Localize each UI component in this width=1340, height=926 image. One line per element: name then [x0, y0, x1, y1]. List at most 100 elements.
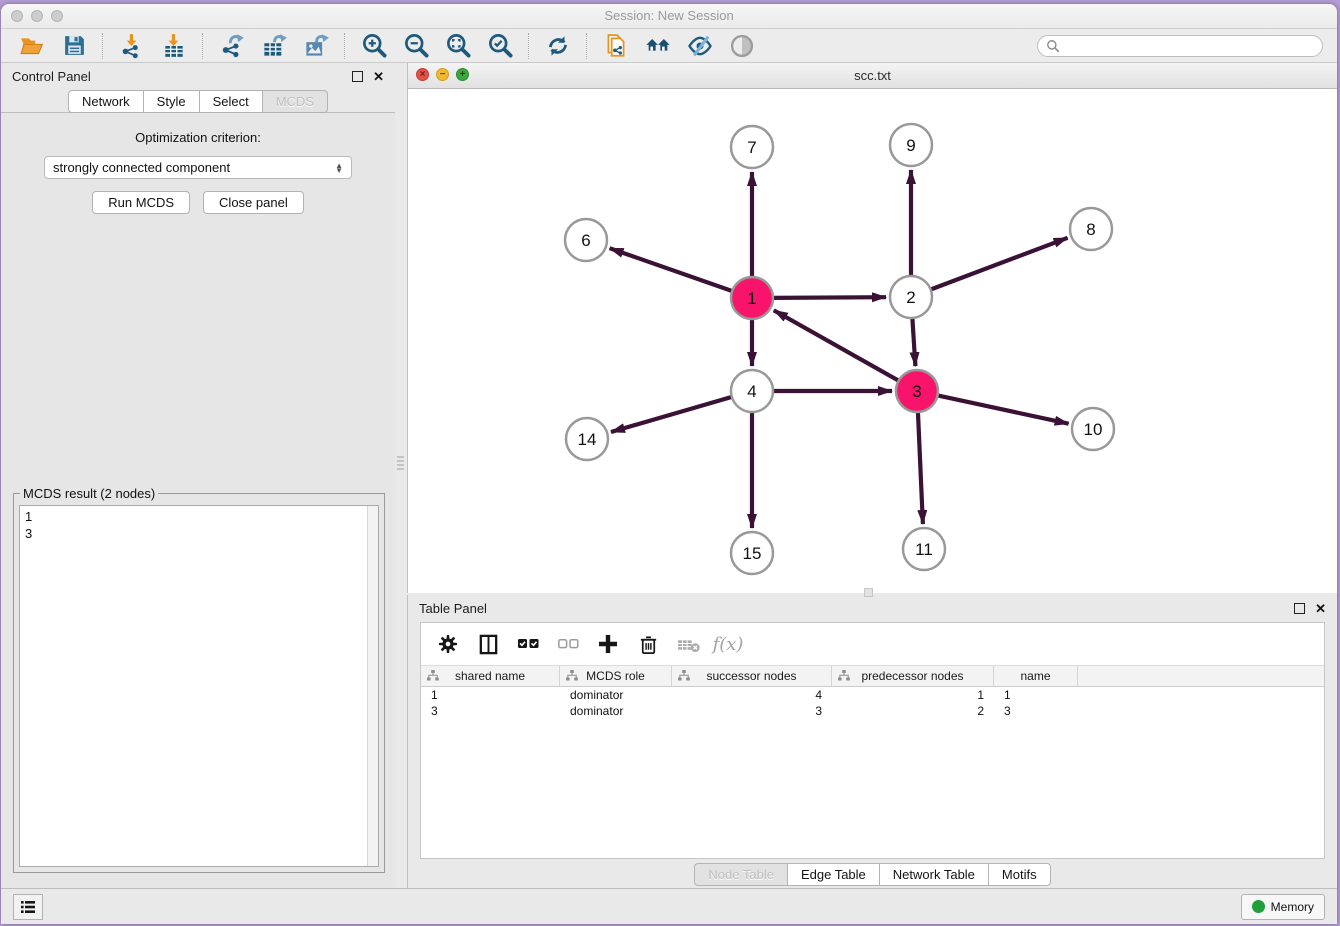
window-traffic-lights[interactable] [11, 10, 63, 22]
zoom-fit-icon[interactable] [443, 31, 473, 61]
network-table-split[interactable] [407, 593, 1337, 595]
column-type-icon [678, 670, 690, 681]
zoom-out-icon[interactable] [401, 31, 431, 61]
export-image-icon[interactable] [301, 31, 331, 61]
import-table-icon[interactable] [159, 31, 189, 61]
network-window-titlebar[interactable]: × − + scc.txt [408, 63, 1337, 89]
run-mcds-button[interactable]: Run MCDS [92, 191, 190, 214]
edge-2-8[interactable] [930, 238, 1068, 290]
cell-successor-nodes: 3 [672, 704, 832, 718]
column-selector-icon[interactable] [473, 629, 503, 659]
result-scrollbar[interactable] [367, 506, 378, 866]
edge-2-3[interactable] [912, 317, 915, 366]
control-panel: Control Panel ✕ Network Style Select MCD… [1, 63, 395, 888]
tab-network-table[interactable]: Network Table [879, 863, 988, 886]
mcds-result-textarea[interactable]: 13 [19, 505, 379, 867]
show-graphics-details-icon[interactable] [727, 31, 757, 61]
column-successor-nodes[interactable]: successor nodes [672, 666, 832, 686]
app-window: Session: New Session [1, 4, 1337, 924]
column-type-icon [838, 670, 850, 681]
network-window-title: scc.txt [854, 68, 891, 83]
cell-shared-name: 3 [421, 704, 560, 718]
zoom-selected-icon[interactable] [485, 31, 515, 61]
column-mcds-role[interactable]: MCDS role [560, 666, 672, 686]
network-canvas[interactable]: 7968124314101511 [408, 89, 1337, 593]
import-network-icon[interactable] [117, 31, 147, 61]
close-window-icon[interactable] [11, 10, 23, 22]
optimization-criterion-label: Optimization criterion: [135, 130, 261, 145]
destroy-network-icon[interactable] [601, 31, 631, 61]
edge-3-10[interactable] [937, 395, 1069, 424]
save-session-icon[interactable] [59, 31, 89, 61]
close-table-panel-icon[interactable]: ✕ [1315, 602, 1326, 615]
cell-shared-name: 1 [421, 688, 560, 702]
export-network-icon[interactable] [217, 31, 247, 61]
column-shared-name[interactable]: shared name [421, 666, 560, 686]
edge-4-14[interactable] [611, 397, 733, 432]
tab-edge-table[interactable]: Edge Table [787, 863, 879, 886]
minimize-network-icon[interactable]: − [436, 68, 449, 81]
column-name[interactable]: name [994, 666, 1078, 686]
show-all-networks-icon[interactable] [643, 31, 673, 61]
close-panel-button[interactable]: Close panel [203, 191, 304, 214]
close-network-icon[interactable]: × [416, 68, 429, 81]
zoom-window-icon[interactable] [51, 10, 63, 22]
column-type-icon [427, 670, 439, 681]
tab-network[interactable]: Network [68, 90, 143, 113]
node-label-9: 9 [906, 136, 915, 155]
export-table-icon[interactable] [259, 31, 289, 61]
criterion-select[interactable]: strongly connected component ▲▼ [44, 156, 352, 179]
edge-3-11[interactable] [918, 411, 923, 524]
table-options-gear-icon[interactable] [433, 629, 463, 659]
titlebar: Session: New Session [1, 4, 1337, 29]
tab-motifs[interactable]: Motifs [988, 863, 1051, 886]
node-label-2: 2 [906, 288, 915, 307]
table-panel: Table Panel ✕ [407, 595, 1337, 888]
task-history-button[interactable] [13, 894, 43, 920]
search-icon [1046, 39, 1060, 53]
column-predecessor-nodes[interactable]: predecessor nodes [832, 666, 994, 686]
function-builder-icon[interactable]: f(x) [713, 629, 743, 659]
node-label-3: 3 [912, 382, 921, 401]
memory-label: Memory [1271, 900, 1314, 914]
table-row[interactable]: 3 dominator 3 2 3 [421, 703, 1324, 719]
mcds-result-text: 13 [25, 508, 32, 542]
apply-layout-icon[interactable] [543, 31, 573, 61]
tab-style[interactable]: Style [143, 90, 199, 113]
panel-split-divider[interactable] [395, 63, 407, 888]
float-table-panel-icon[interactable] [1294, 603, 1305, 614]
zoom-in-icon[interactable] [359, 31, 389, 61]
edge-1-2[interactable] [772, 297, 886, 298]
minimize-window-icon[interactable] [31, 10, 43, 22]
control-panel-title: Control Panel [12, 69, 91, 84]
status-bar: Memory [1, 888, 1337, 924]
tab-node-table[interactable]: Node Table [694, 863, 787, 886]
hide-graphics-details-icon[interactable] [685, 31, 715, 61]
tab-select[interactable]: Select [199, 90, 262, 113]
edge-1-6[interactable] [610, 248, 734, 291]
node-label-11: 11 [915, 540, 933, 559]
tab-mcds[interactable]: MCDS [262, 90, 328, 113]
node-label-7: 7 [747, 138, 756, 157]
maximize-network-icon[interactable]: + [456, 68, 469, 81]
close-panel-icon[interactable]: ✕ [373, 70, 384, 83]
open-session-icon[interactable] [17, 31, 47, 61]
deselect-all-rows-icon[interactable] [553, 629, 583, 659]
delete-column-icon[interactable] [633, 629, 663, 659]
toolbar-separator [586, 33, 588, 59]
select-all-rows-icon[interactable] [513, 629, 543, 659]
cell-name: 1 [994, 688, 1078, 702]
table-header-row: shared name MCDS role successor nodes [421, 665, 1324, 687]
add-column-icon[interactable] [593, 629, 623, 659]
edge-3-1[interactable] [774, 310, 900, 381]
memory-button[interactable]: Memory [1241, 894, 1325, 920]
search-box[interactable] [1037, 35, 1323, 57]
delete-table-icon[interactable] [673, 629, 703, 659]
node-label-14: 14 [578, 430, 597, 449]
node-label-8: 8 [1086, 220, 1095, 239]
search-input[interactable] [1065, 38, 1314, 54]
float-panel-icon[interactable] [352, 71, 363, 82]
main-toolbar [1, 29, 1337, 63]
table-tabs: Node Table Edge Table Network Table Moti… [694, 863, 1050, 886]
table-row[interactable]: 1 dominator 4 1 1 [421, 687, 1324, 703]
